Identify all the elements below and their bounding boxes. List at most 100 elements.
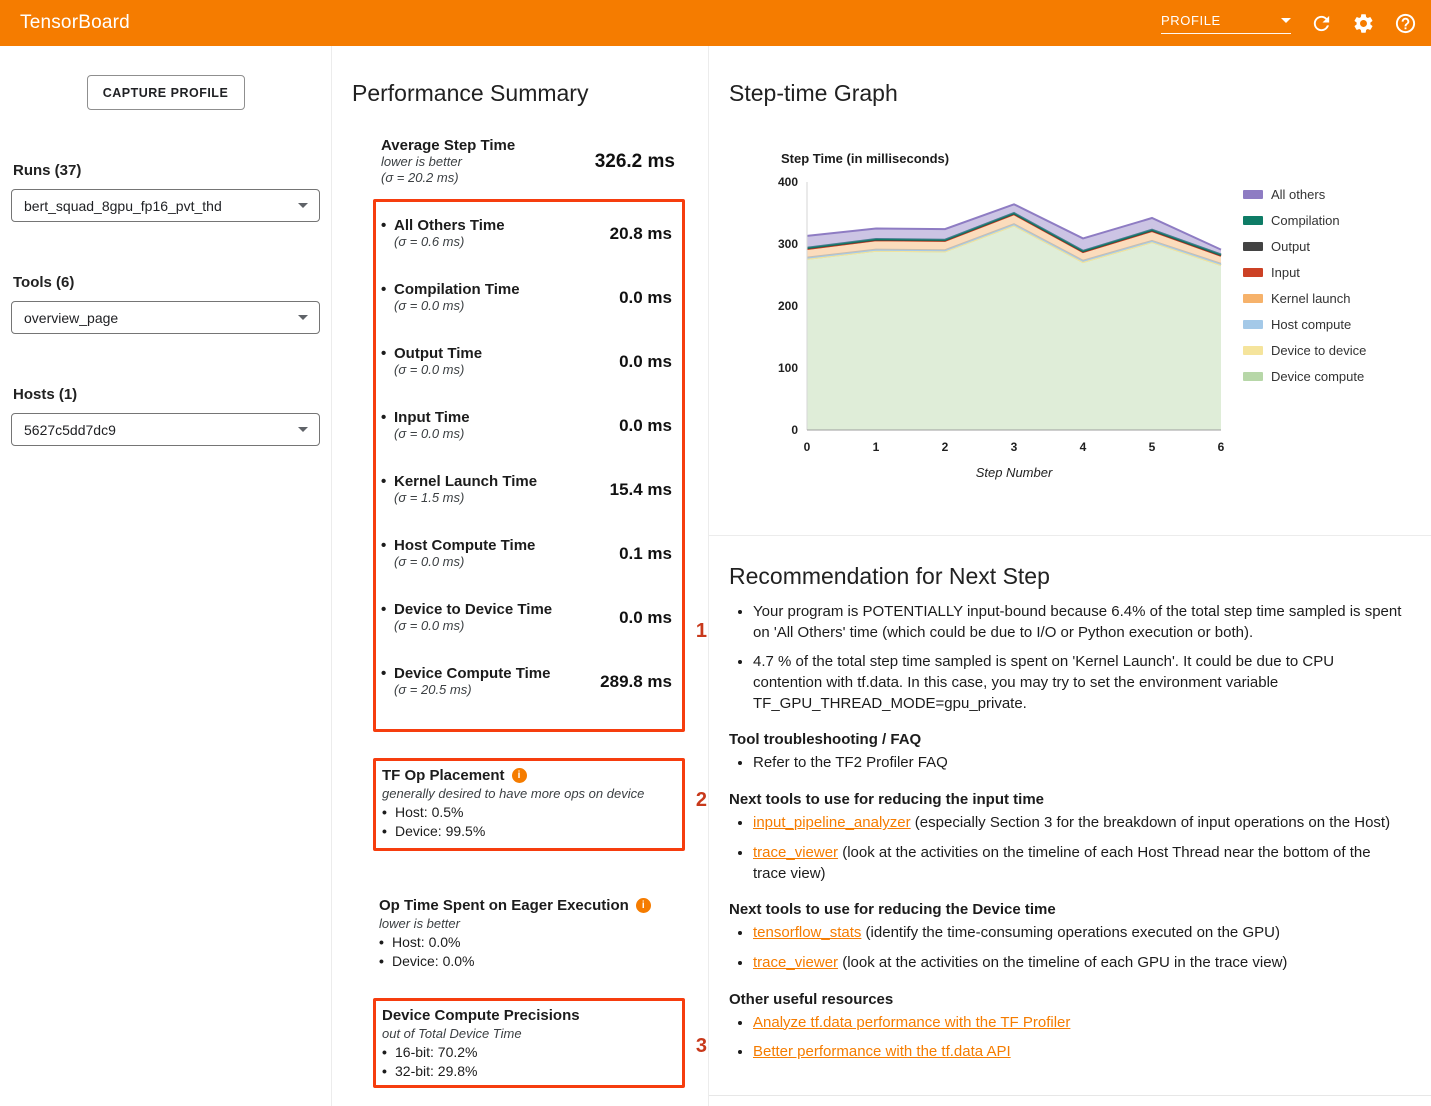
legend-swatch [1243,268,1263,277]
chevron-down-icon [298,315,308,320]
annotation-box-2: TF Op Placement i generally desired to h… [373,758,685,851]
annotation-number-3: 3 [696,1035,707,1058]
average-step-time-label: Average Step Time [381,137,587,154]
tools-select[interactable]: overview_page [11,301,320,334]
svg-text:400: 400 [778,175,798,189]
recommendation-item: Better performance with the tf.data API [753,1042,1405,1063]
annotation-box-1: •All Others Time(σ = 0.6 ms)20.8 ms•Comp… [373,199,685,732]
capture-profile-button[interactable]: CAPTURE PROFILE [87,75,245,110]
metric-row: •All Others Time(σ = 0.6 ms)20.8 ms [381,217,672,250]
legend-swatch [1243,320,1263,329]
svg-text:0: 0 [804,440,811,454]
chart-title: Step Time (in milliseconds) [781,151,1229,166]
metric-value: 289.8 ms [600,672,672,692]
metric-label: •Device Compute Time [381,665,592,682]
topbar-actions: PROFILE [1161,11,1417,35]
runs-select[interactable]: bert_squad_8gpu_fp16_pvt_thd [11,189,320,222]
device-precisions-note: out of Total Device Time [382,1026,674,1041]
recommendation-heading: Tool troubleshooting / FAQ [729,731,1405,748]
settings-icon[interactable] [1351,11,1375,35]
svg-text:300: 300 [778,237,798,251]
metric-label: •Device to Device Time [381,601,611,618]
svg-text:5: 5 [1149,440,1156,454]
recommendation-list: Refer to the TF2 Profiler FAQ [729,753,1405,774]
legend-label: Host compute [1271,317,1351,332]
annotation-box-3: Device Compute Precisions out of Total D… [373,998,685,1088]
legend-item-input: Input [1243,265,1366,280]
legend-swatch [1243,294,1263,303]
tools-label: Tools (6) [13,274,320,291]
metric-sigma: (σ = 0.0 ms) [394,554,611,570]
recommendation-link[interactable]: Analyze tf.data performance with the TF … [753,1014,1070,1031]
svg-text:4: 4 [1080,440,1087,454]
recommendation-list: Analyze tf.data performance with the TF … [729,1013,1405,1063]
refresh-icon[interactable] [1309,11,1333,35]
recommendation-list: tensorflow_stats (identify the time-cons… [729,923,1405,973]
recommendation-link[interactable]: trace_viewer [753,954,838,971]
tf-op-placement-note: generally desired to have more ops on de… [382,786,674,801]
metric-row: •Input Time(σ = 0.0 ms)0.0 ms [381,409,672,442]
recommendation-link[interactable]: trace_viewer [753,844,838,861]
legend-label: Input [1271,265,1300,280]
main-layout: CAPTURE PROFILE Runs (37) bert_squad_8gp… [0,46,1431,1106]
metric-label: •Compilation Time [381,281,611,298]
eager-execution-note: lower is better [379,916,677,931]
legend-label: Device to device [1271,343,1366,358]
tools-select-value: overview_page [24,310,118,326]
performance-summary-title: Performance Summary [352,80,708,107]
recommendation-link[interactable]: input_pipeline_analyzer [753,814,911,831]
info-icon[interactable]: i [636,898,651,913]
performance-summary-panel: Performance Summary Average Step Time lo… [332,46,709,1106]
eager-execution-title: Op Time Spent on Eager Execution [379,897,629,914]
app-title: TensorBoard [20,12,130,34]
recommendation-link[interactable]: tensorflow_stats [753,924,861,941]
info-icon[interactable]: i [512,768,527,783]
metric-value: 20.8 ms [610,224,672,244]
hosts-select[interactable]: 5627c5dd7dc9 [11,413,320,446]
tf-op-placement-block: TF Op Placement i generally desired to h… [376,761,682,848]
average-step-time-row: Average Step Time lower is better (σ = 2… [373,137,685,186]
metric-sigma: (σ = 0.0 ms) [394,618,611,634]
recommendation-item: tensorflow_stats (identify the time-cons… [753,923,1405,944]
svg-text:100: 100 [778,361,798,375]
svg-text:200: 200 [778,299,798,313]
stat-item: •Device: 0.0% [379,952,677,971]
svg-text:6: 6 [1218,440,1225,454]
legend-label: All others [1271,187,1325,202]
legend-item-device-to-device: Device to device [1243,343,1366,358]
stat-item: •16-bit: 70.2% [382,1043,674,1062]
recommendation-heading: Other useful resources [729,991,1405,1008]
help-icon[interactable] [1393,11,1417,35]
recommendation-bullet: 4.7 % of the total step time sampled is … [753,652,1405,714]
chevron-down-icon [298,427,308,432]
legend-swatch [1243,372,1263,381]
stat-item: •Host: 0.5% [382,803,674,822]
recommendation-link[interactable]: Better performance with the tf.data API [753,1043,1011,1060]
recommendation-sections: Tool troubleshooting / FAQ Refer to the T… [729,731,1405,1063]
recommendation-item: Analyze tf.data performance with the TF … [753,1013,1405,1034]
metric-value: 0.1 ms [619,544,672,564]
svg-text:1: 1 [873,440,880,454]
dashboard-selector[interactable]: PROFILE [1161,13,1291,34]
recommendation-bullet: Your program is POTENTIALLY input-bound … [753,602,1405,643]
annotation-number-1: 1 [696,620,707,643]
legend-label: Kernel launch [1271,291,1351,306]
legend-item-device-compute: Device compute [1243,369,1366,384]
svg-text:0: 0 [791,423,798,437]
legend-label: Device compute [1271,369,1364,384]
metric-sigma: (σ = 1.5 ms) [394,490,602,506]
legend-swatch [1243,346,1263,355]
metrics-list: •All Others Time(σ = 0.6 ms)20.8 ms•Comp… [376,202,682,698]
recommendation-item: trace_viewer (look at the activities on … [753,953,1405,974]
metric-sigma: (σ = 0.6 ms) [394,234,602,250]
legend-item-kernel-launch: Kernel launch [1243,291,1366,306]
recommendation-bullets: Your program is POTENTIALLY input-bound … [729,602,1405,714]
chevron-down-icon [1281,18,1291,23]
svg-text:Step Number: Step Number [976,465,1053,480]
metric-label: •Output Time [381,345,611,362]
stat-item: •Device: 99.5% [382,822,674,841]
chart-legend: All othersCompilationOutputInputKernel l… [1243,187,1366,486]
metric-sigma: (σ = 0.0 ms) [394,426,611,442]
device-precisions-block: Device Compute Precisions out of Total D… [376,1001,682,1085]
chevron-down-icon [298,203,308,208]
